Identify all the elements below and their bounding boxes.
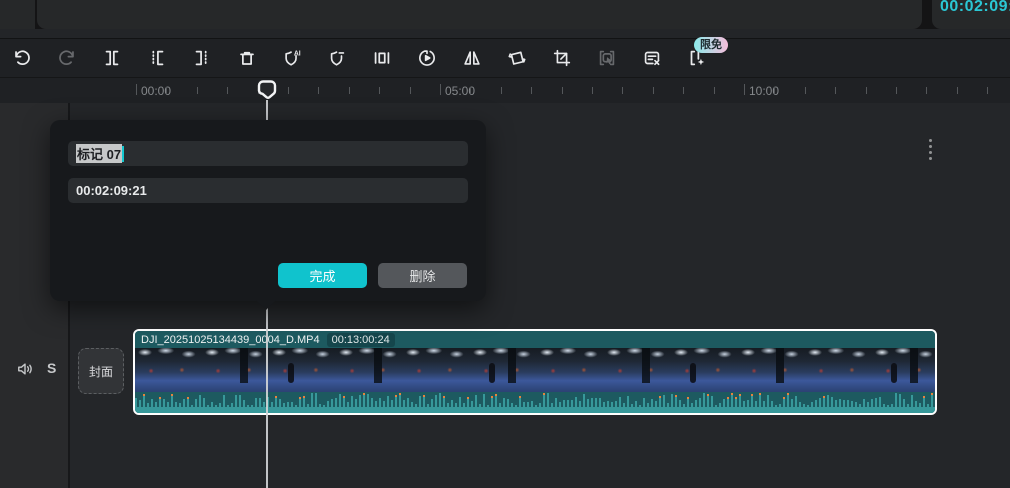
video-thumbnail [604, 348, 671, 392]
timeline-toolbar: AI [0, 38, 1010, 77]
preview-panel-bottom [37, 0, 922, 29]
clip-right-trim-handle[interactable] [929, 139, 932, 160]
clip-thumbnail-strip [135, 348, 935, 392]
top-panels-strip: 00:02:09:21 [0, 0, 1010, 29]
ruler-tick [166, 87, 167, 94]
clip-filename: DJI_20251025134439_0004_D.MP4 [141, 334, 320, 346]
smart-cutout-ai-icon: AI [281, 47, 303, 69]
ruler-tick [714, 87, 715, 94]
redo-icon [56, 47, 78, 69]
crop-icon [551, 47, 573, 69]
rotate-icon [506, 47, 528, 69]
ruler-tick [866, 87, 867, 94]
ruler-tick [136, 84, 137, 95]
delete-right-icon [191, 47, 213, 69]
track-solo-button[interactable]: S [47, 360, 56, 376]
undo-button[interactable] [5, 42, 38, 75]
clip-audio-waveform [135, 392, 935, 413]
marker-name-input[interactable]: 标记 07 [68, 141, 468, 166]
marker-name-selected-text: 标记 07 [76, 144, 122, 163]
video-editor-timeline-panel: 00:02:09:21 AI [0, 0, 1010, 488]
split-icon [101, 47, 123, 69]
video-thumbnail [671, 348, 738, 392]
ruler-tick [896, 87, 897, 94]
smart-trim-icon [641, 47, 663, 69]
delete-right-button[interactable] [185, 42, 218, 75]
delete-button[interactable] [230, 42, 263, 75]
track-mute-button[interactable] [16, 361, 34, 382]
delete-left-icon [146, 47, 168, 69]
ruler-tick [501, 87, 502, 94]
ruler-tick [197, 87, 198, 94]
ruler-tick [592, 87, 593, 94]
delete-left-button[interactable] [140, 42, 173, 75]
video-thumbnail [805, 348, 872, 392]
video-thumbnail [537, 348, 604, 392]
video-thumbnail [336, 348, 403, 392]
done-button[interactable]: 完成 [278, 263, 367, 288]
cover-button[interactable]: 封面 [78, 348, 124, 394]
ruler-tick [531, 87, 532, 94]
ruler-tick [805, 87, 806, 94]
ruler-tick [227, 87, 228, 94]
split-button[interactable] [95, 42, 128, 75]
ruler-tick [470, 87, 471, 94]
ruler-tick [562, 87, 563, 94]
video-thumbnail [202, 348, 269, 392]
speed-icon [416, 47, 438, 69]
delete-marker-button[interactable]: 删除 [378, 263, 467, 288]
svg-text:AI: AI [293, 50, 300, 57]
mask-button[interactable] [320, 42, 353, 75]
crop-button[interactable] [545, 42, 578, 75]
ruler-tick [744, 84, 745, 95]
ruler-tick [957, 87, 958, 94]
video-thumbnail [872, 348, 935, 392]
trash-icon [236, 47, 258, 69]
ruler-tick [835, 87, 836, 94]
limited-free-badge: 限免 [694, 37, 728, 53]
text-caret [122, 146, 124, 162]
ruler-tick [349, 87, 350, 94]
ruler-tick [440, 84, 441, 95]
smart-cutout-button[interactable]: AI [275, 42, 308, 75]
mirror-icon [461, 47, 483, 69]
ruler-tick [288, 87, 289, 94]
timeline-ruler[interactable]: 00:0005:0010:00 [0, 77, 1010, 103]
ruler-tick [774, 87, 775, 94]
ruler-tick [926, 87, 927, 94]
video-thumbnail [470, 348, 537, 392]
clip-header: DJI_20251025134439_0004_D.MP4 00:13:00:2… [135, 331, 935, 348]
video-thumbnail [738, 348, 805, 392]
media-panel-bottom [0, 0, 35, 29]
ruler-tick [318, 87, 319, 94]
mirror-button[interactable] [455, 42, 488, 75]
clip-duration-badge: 00:13:00:24 [327, 333, 395, 347]
freeze-frame-button[interactable] [365, 42, 398, 75]
marker-edit-dialog: 标记 07 00:02:09:21 完成 删除 [50, 120, 486, 301]
video-thumbnail [403, 348, 470, 392]
freeze-frame-icon [371, 47, 393, 69]
select-clip-icon [596, 47, 618, 69]
player-timecode: 00:02:09:21 [940, 0, 1010, 16]
select-clip-button[interactable] [590, 42, 623, 75]
undo-icon [11, 47, 33, 69]
video-thumbnail [269, 348, 336, 392]
ruler-tick [653, 87, 654, 94]
ruler-tick [410, 87, 411, 94]
video-clip[interactable]: DJI_20251025134439_0004_D.MP4 00:13:00:2… [133, 329, 937, 415]
ruler-tick [622, 87, 623, 94]
player-timecode-panel: 00:02:09:21 [932, 0, 1010, 29]
ruler-tick [379, 87, 380, 94]
ruler-tick [683, 87, 684, 94]
speed-button[interactable] [410, 42, 443, 75]
rotate-button[interactable] [500, 42, 533, 75]
smart-trim-button[interactable] [635, 42, 668, 75]
video-thumbnail [135, 348, 202, 392]
mask-shield-icon [326, 47, 348, 69]
redo-button[interactable] [50, 42, 83, 75]
speaker-icon [16, 361, 34, 377]
playhead-handle[interactable] [257, 79, 277, 106]
ruler-tick [987, 87, 988, 94]
marker-time-input[interactable]: 00:02:09:21 [68, 178, 468, 203]
